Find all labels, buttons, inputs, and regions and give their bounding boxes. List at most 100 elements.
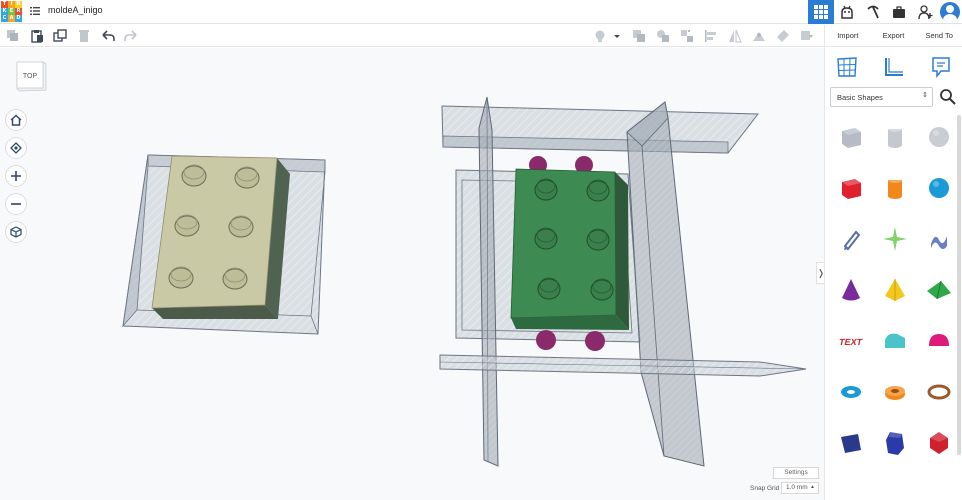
- zoom-in-button[interactable]: [5, 165, 27, 187]
- view-cube[interactable]: TOP: [15, 60, 47, 94]
- user-avatar[interactable]: [940, 2, 960, 22]
- chevron-up-icon: ▲: [810, 484, 815, 490]
- ruler-tool-icon[interactable]: [882, 55, 906, 79]
- workplane-icon[interactable]: [752, 29, 766, 43]
- shape-tube[interactable]: [873, 370, 917, 414]
- left-brick[interactable]: [151, 155, 290, 319]
- snap-grid-value: 1.0 mm: [786, 484, 808, 491]
- paste-icon[interactable]: [30, 29, 44, 43]
- projects-button[interactable]: [886, 0, 912, 24]
- export-button[interactable]: Export: [871, 25, 917, 46]
- notes-tool-icon[interactable]: [929, 55, 953, 79]
- align-left-icon[interactable]: [704, 29, 718, 43]
- shape-cone[interactable]: [829, 268, 873, 312]
- logo-letter: T: [1, 1, 8, 8]
- logo-letter: N: [15, 1, 22, 8]
- mirror-icon[interactable]: [728, 29, 742, 43]
- shape-category-select[interactable]: Basic Shapes ⇕: [830, 87, 933, 107]
- light-icon[interactable]: [593, 29, 607, 43]
- design-title[interactable]: moldeA_inigo: [48, 5, 103, 15]
- shapes-scrollbar[interactable]: [957, 115, 961, 455]
- learn-button[interactable]: [860, 0, 886, 24]
- shape-text[interactable]: TEXT: [829, 319, 873, 363]
- workplane[interactable]: TOP Settings Snap Grid 1.0 mm ▲: [0, 48, 824, 500]
- logo-letter: R: [15, 8, 22, 15]
- shape-cylinder[interactable]: [873, 166, 917, 210]
- shape-sphere[interactable]: [917, 166, 961, 210]
- design-list-icon[interactable]: [30, 6, 40, 16]
- logo-letter: C: [1, 15, 8, 22]
- shape-sphere-hole[interactable]: [917, 115, 961, 159]
- ungroup-icon[interactable]: [656, 29, 670, 43]
- shape-half-sphere[interactable]: [917, 319, 961, 363]
- snap-grid-select[interactable]: 1.0 mm ▲: [781, 482, 819, 494]
- undo-icon[interactable]: [101, 29, 115, 43]
- shape-round-roof[interactable]: [873, 319, 917, 363]
- ring-icon: [927, 384, 951, 400]
- shape-ring[interactable]: [917, 370, 961, 414]
- shape-pyramid[interactable]: [873, 268, 917, 312]
- shape-roof[interactable]: [917, 268, 961, 312]
- zoom-out-button[interactable]: [5, 193, 27, 215]
- shape-scribble[interactable]: [829, 217, 873, 261]
- shape-text-shape[interactable]: [917, 217, 961, 261]
- shape-wedge[interactable]: [829, 421, 873, 465]
- home-icon: [10, 114, 22, 126]
- copy-icon[interactable]: [6, 29, 20, 43]
- delete-icon[interactable]: [77, 29, 91, 43]
- notes-icon[interactable]: [800, 29, 814, 43]
- search-icon[interactable]: [937, 87, 959, 107]
- right-vertical-hole-bar[interactable]: [626, 101, 705, 467]
- shape-cylinder-hole[interactable]: [873, 115, 917, 159]
- align-icon[interactable]: [680, 29, 694, 43]
- logo-letter: D: [15, 15, 22, 22]
- left-vertical-hole-bar[interactable]: [478, 96, 499, 467]
- right-brick[interactable]: [510, 168, 629, 330]
- cylinder-hole-icon: [888, 126, 902, 148]
- gallery-button[interactable]: [834, 0, 860, 24]
- snap-grid-label: Snap Grid: [750, 485, 780, 492]
- shape-torus[interactable]: [829, 370, 873, 414]
- fit-view-button[interactable]: [5, 137, 27, 159]
- workplane-grid-icon[interactable]: [835, 55, 859, 79]
- shape-icosahedron[interactable]: [917, 421, 961, 465]
- panel-mode-icons: [825, 55, 962, 85]
- pickaxe-icon: [867, 5, 879, 19]
- redo-icon[interactable]: [124, 29, 138, 43]
- updown-icon: ⇕: [922, 92, 928, 99]
- dropdown-icon[interactable]: [613, 29, 621, 43]
- logo-letter: E: [8, 8, 15, 15]
- cube-icon: [10, 226, 22, 238]
- pyramid-icon: [885, 279, 905, 301]
- shape-polygon[interactable]: [873, 421, 917, 465]
- logo-letter: I: [8, 1, 15, 8]
- shape-box-hole[interactable]: [829, 115, 873, 159]
- scene-3d[interactable]: [0, 48, 824, 500]
- settings-button[interactable]: Settings: [773, 467, 819, 479]
- ruler-icon[interactable]: [776, 29, 790, 43]
- fit-icon: [10, 142, 22, 154]
- plus-icon: [11, 171, 21, 181]
- 3d-design-view-button[interactable]: [808, 0, 834, 24]
- grid-view-icon: [814, 5, 828, 19]
- import-button[interactable]: Import: [825, 25, 871, 46]
- send-to-button[interactable]: Send To: [916, 25, 962, 46]
- top-bar-actions: [808, 0, 962, 24]
- shape-shape-generator[interactable]: [873, 217, 917, 261]
- cylinder-icon: [888, 177, 902, 199]
- group-icon[interactable]: [632, 29, 646, 43]
- shape-box[interactable]: [829, 166, 873, 210]
- add-user-icon: [918, 5, 933, 20]
- invite-button[interactable]: [912, 0, 938, 24]
- perspective-button[interactable]: [5, 221, 27, 243]
- scribble-icon: [843, 230, 861, 251]
- home-view-button[interactable]: [5, 109, 27, 131]
- wedge-icon: [841, 434, 861, 453]
- tinkercad-logo[interactable]: TINKERCAD: [1, 1, 23, 23]
- duplicate-icon[interactable]: [53, 29, 67, 43]
- shape-category-value: Basic Shapes: [837, 93, 883, 102]
- svg-text:TEXT: TEXT: [838, 337, 864, 347]
- minus-icon: [11, 203, 21, 205]
- logo-letter: A: [8, 15, 15, 22]
- sphere-hole-icon: [929, 127, 949, 147]
